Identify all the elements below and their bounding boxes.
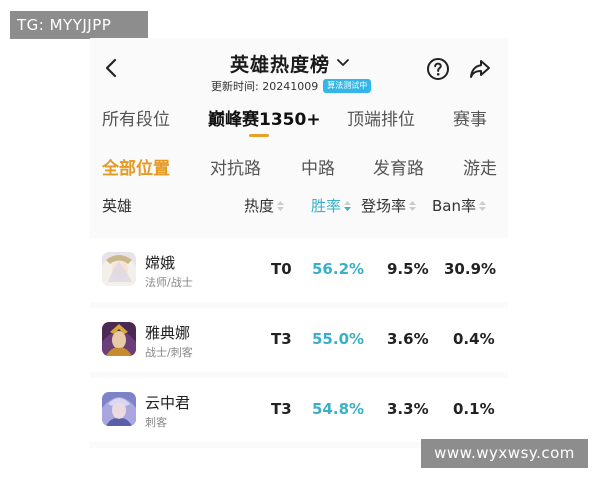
heat-tier: T3 — [271, 400, 292, 418]
sort-icon — [409, 200, 417, 211]
sort-desc-icon — [344, 200, 352, 211]
column-heat[interactable]: 热度 — [244, 195, 285, 216]
position-clash-lane[interactable]: 对抗路 — [210, 154, 261, 179]
hero-name: 雅典娜 — [145, 324, 191, 342]
column-hero-label: 英雄 — [102, 197, 133, 215]
column-hero: 英雄 — [102, 195, 132, 216]
position-all[interactable]: 全部位置 — [102, 154, 170, 179]
share-icon[interactable] — [468, 57, 492, 81]
column-ban-rate[interactable]: Ban率 — [432, 195, 486, 216]
sort-icon — [277, 200, 285, 211]
win-rate-value: 56.2% — [312, 260, 365, 278]
column-win-rate[interactable]: 胜率 — [311, 195, 352, 216]
heat-tier: T3 — [271, 330, 292, 348]
pick-rate-value: 3.3% — [387, 400, 429, 418]
column-ban-rate-label: Ban率 — [432, 197, 476, 215]
tab-peak-1350[interactable]: 巅峰赛1350+ — [208, 105, 321, 130]
hero-name: 云中君 — [145, 394, 191, 412]
heat-tier: T0 — [271, 260, 292, 278]
table-row[interactable]: 云中君 刺客 T3 54.8% 3.3% 0.1% — [90, 378, 508, 442]
win-rate-value: 55.0% — [312, 330, 365, 348]
sort-icon — [479, 200, 486, 211]
win-rate-value: 54.8% — [312, 400, 365, 418]
table-row[interactable]: 雅典娜 战士/刺客 T3 55.0% 3.6% 0.4% — [90, 308, 508, 372]
tab-events[interactable]: 赛事 — [453, 105, 487, 130]
pick-rate-value: 3.6% — [387, 330, 429, 348]
hero-role: 刺客 — [145, 416, 167, 429]
help-icon[interactable] — [426, 57, 450, 81]
position-roam[interactable]: 游走 — [463, 154, 497, 179]
watermark-top-left: TG: MYYJJPP — [10, 11, 148, 39]
hero-avatar — [102, 252, 136, 286]
hero-avatar — [102, 322, 136, 356]
watermark-bottom-right: www.wyxwsy.com — [421, 439, 588, 468]
hero-name: 嫦娥 — [145, 254, 176, 272]
hero-role: 战士/刺客 — [145, 346, 193, 359]
hero-role: 法师/战士 — [145, 276, 193, 289]
hero-avatar — [102, 392, 136, 426]
update-info: 更新时间: 20241009 算法测试中 — [211, 78, 372, 94]
hero-ranking-panel: 英雄热度榜 更新时间: 20241009 算法测试中 所有段位 巅峰赛1350+… — [90, 38, 508, 448]
tab-all-ranks[interactable]: 所有段位 — [102, 105, 170, 130]
back-icon[interactable] — [100, 56, 124, 80]
chevron-down-icon — [337, 59, 349, 66]
tab-top-ranked[interactable]: 顶端排位 — [347, 105, 415, 130]
position-mid[interactable]: 中路 — [301, 154, 335, 179]
active-tab-indicator — [249, 134, 269, 137]
ban-rate-value: 0.1% — [453, 400, 495, 418]
status-badge: 算法测试中 — [323, 79, 372, 93]
ban-rate-value: 0.4% — [453, 330, 495, 348]
position-farm-lane[interactable]: 发育路 — [373, 154, 424, 179]
column-win-rate-label: 胜率 — [311, 197, 342, 215]
column-heat-label: 热度 — [244, 197, 275, 215]
ban-rate-value: 30.9% — [444, 260, 497, 278]
table-row[interactable]: 嫦娥 法师/战士 T0 56.2% 9.5% 30.9% — [90, 238, 508, 302]
pick-rate-value: 9.5% — [387, 260, 429, 278]
column-pick-rate-label: 登场率 — [361, 197, 407, 215]
page-title: 英雄热度榜 — [230, 53, 331, 76]
column-pick-rate[interactable]: 登场率 — [361, 195, 417, 216]
title-dropdown[interactable]: 英雄热度榜 — [230, 50, 350, 76]
update-time: 更新时间: 20241009 — [211, 80, 319, 93]
